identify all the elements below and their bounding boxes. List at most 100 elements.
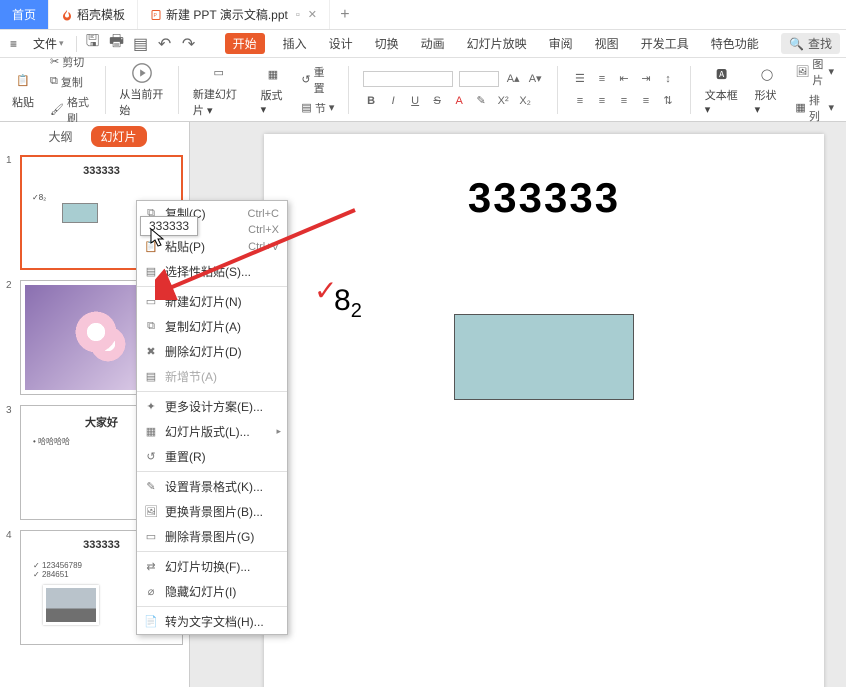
menu-collapse-button[interactable]: ≡ (6, 35, 21, 53)
ctx-del-slide[interactable]: ✖ 删除幻灯片(D) (137, 339, 287, 364)
ribbon-tab-insert[interactable]: 插入 (279, 33, 311, 54)
ppt-file-icon: P (150, 9, 162, 21)
panel-tab-strip: 大纲 幻灯片 (0, 122, 189, 151)
font-size-select[interactable] (459, 71, 499, 87)
reset-icon: ↺ (301, 73, 310, 86)
ribbon-tab-transition[interactable]: 切换 (371, 33, 403, 54)
slide-canvas[interactable]: 333333 ✓ 82 (264, 134, 824, 687)
align-left-icon[interactable]: ≡ (572, 93, 588, 109)
italic-icon[interactable]: I (385, 93, 401, 109)
canvas-subtext[interactable]: 82 (334, 284, 362, 323)
ctx-layout[interactable]: ▦ 幻灯片版式(L)... ▸ (137, 419, 287, 444)
tab-current-doc[interactable]: P 新建 PPT 演示文稿.ppt ▫ ✕ (138, 0, 330, 29)
bullets-icon[interactable]: ☰ (572, 71, 588, 87)
from-current-button[interactable]: 从当前开始 (119, 62, 164, 118)
ribbon-tab-review[interactable]: 审阅 (545, 33, 577, 54)
align-right-icon[interactable]: ≡ (616, 93, 632, 109)
thumb-number: 2 (6, 280, 16, 395)
paste-button[interactable]: 📋 粘贴 (12, 70, 34, 110)
superscript-icon[interactable]: X² (495, 93, 511, 109)
tab-home[interactable]: 首页 (0, 0, 49, 29)
add-tab-button[interactable]: + (330, 0, 360, 29)
subscript-icon[interactable]: X₂ (517, 93, 533, 109)
separator (178, 66, 179, 114)
search-button[interactable]: 🔍 查找 (781, 33, 840, 54)
panel-tab-outline[interactable]: 大纲 (42, 126, 78, 147)
ctx-paste-special[interactable]: ▤ 选择性粘贴(S)... (137, 259, 287, 284)
ctx-bg-format[interactable]: ✎ 设置背景格式(K)... (137, 474, 287, 499)
ribbon-tab-special[interactable]: 特色功能 (707, 33, 763, 54)
ctx-dup-slide[interactable]: ⧉ 复制幻灯片(A) (137, 314, 287, 339)
delete-slide-icon: ✖ (143, 344, 159, 360)
ctx-paste-shortcut: Ctrl+V (248, 241, 279, 253)
align-center-icon[interactable]: ≡ (594, 93, 610, 109)
paste-label: 粘贴 (12, 94, 34, 110)
shape-button[interactable]: ◯ 形状 ▾ (755, 63, 780, 116)
line-spacing-icon[interactable]: ↕ (660, 71, 676, 87)
strike-icon[interactable]: S (429, 93, 445, 109)
tab-template[interactable]: 稻壳模板 (49, 0, 138, 29)
ctx-more-design-label: 更多设计方案(E)... (165, 398, 263, 415)
arrange-button[interactable]: ▦排列 ▾ (795, 92, 834, 124)
canvas-rectangle-shape[interactable] (454, 314, 634, 400)
thumb-title: 333333 (22, 165, 181, 177)
canvas-title-text[interactable]: 333333 (264, 174, 824, 222)
cut-button[interactable]: ✂剪切 (50, 54, 84, 70)
underline-icon[interactable]: U (407, 93, 423, 109)
indent-right-icon[interactable]: ⇥ (638, 71, 654, 87)
ctx-more-design[interactable]: ✦ 更多设计方案(E)... (137, 394, 287, 419)
design-icon: ✦ (143, 399, 159, 415)
text-direction-icon[interactable]: ⇅ (660, 93, 676, 109)
ctx-paste[interactable]: 📋 粘贴(P) Ctrl+V (137, 234, 287, 259)
ribbon-tab-start[interactable]: 开始 (225, 33, 265, 54)
ctx-hide[interactable]: ⌀ 隐藏幻灯片(I) (137, 579, 287, 604)
ribbon-tab-animation[interactable]: 动画 (417, 33, 449, 54)
panel-tab-slides[interactable]: 幻灯片 (91, 126, 147, 147)
scissors-icon: ✂ (50, 55, 59, 68)
indent-left-icon[interactable]: ⇤ (616, 71, 632, 87)
redo-icon[interactable]: ↷ (181, 36, 197, 52)
format-painter-button[interactable]: 🖌格式刷 (50, 94, 91, 126)
bold-icon[interactable]: B (363, 93, 379, 109)
copy-button[interactable]: ⧉复制 (50, 74, 83, 90)
justify-icon[interactable]: ≡ (638, 93, 654, 109)
reset-button[interactable]: ↺重置 (301, 64, 334, 96)
tab-restore-icon[interactable]: ▫ (296, 9, 300, 21)
ribbon-tab-design[interactable]: 设计 (325, 33, 357, 54)
ctx-del-bg[interactable]: ▭ 删除背景图片(G) (137, 524, 287, 549)
increase-font-icon[interactable]: A▴ (505, 71, 521, 87)
decrease-font-icon[interactable]: A▾ (527, 71, 543, 87)
ctx-to-text[interactable]: 📄 转为文字文档(H)... (137, 609, 287, 634)
print-icon[interactable]: 🖶 (109, 36, 125, 52)
ctx-layout-label: 幻灯片版式(L)... (165, 423, 250, 440)
thumb-sub: ✓8₂ (32, 193, 46, 202)
font-family-select[interactable] (363, 71, 453, 87)
context-menu: ⧉ 复制(C) Ctrl+C Ctrl+X 📋 粘贴(P) Ctrl+V ▤ 选… (136, 200, 288, 635)
print-preview-icon[interactable]: ▤ (133, 36, 149, 52)
ribbon-tab-dev[interactable]: 开发工具 (637, 33, 693, 54)
font-color-icon[interactable]: A (451, 93, 467, 109)
canvas-area[interactable]: 333333 ✓ 82 (190, 122, 846, 687)
textbox-button[interactable]: 🅰 文本框 ▾ (705, 63, 739, 116)
save-icon[interactable]: 🖫 (85, 36, 101, 52)
layout-button[interactable]: ▦ 版式 ▾ (261, 63, 286, 116)
section-button[interactable]: ▤节 ▾ (301, 100, 334, 116)
to-text-icon: 📄 (143, 614, 159, 630)
file-menu[interactable]: 文件▾ (29, 33, 68, 54)
ctx-change-bg[interactable]: 🖼 更换背景图片(B)... (137, 499, 287, 524)
tab-close-icon[interactable]: ✕ (308, 8, 317, 21)
flame-icon (61, 9, 73, 21)
layout-label: 版式 ▾ (261, 87, 286, 116)
ctx-new-section-label: 新增节(A) (165, 368, 217, 385)
ctx-reset[interactable]: ↺ 重置(R) (137, 444, 287, 469)
numbering-icon[interactable]: ≡ (594, 71, 610, 87)
ribbon-tab-slideshow[interactable]: 幻灯片放映 (463, 33, 531, 54)
picture-button[interactable]: 🖼图片 ▾ (795, 56, 834, 88)
tab-template-label: 稻壳模板 (77, 6, 125, 23)
undo-icon[interactable]: ↶ (157, 36, 173, 52)
ribbon-tab-view[interactable]: 视图 (591, 33, 623, 54)
ctx-switch[interactable]: ⇄ 幻灯片切换(F)... (137, 554, 287, 579)
new-slide-button[interactable]: ▭ 新建幻灯片 ▾ (193, 62, 245, 118)
highlight-icon[interactable]: ✎ (473, 93, 489, 109)
ctx-new-slide[interactable]: ▭ 新建幻灯片(N) (137, 289, 287, 314)
